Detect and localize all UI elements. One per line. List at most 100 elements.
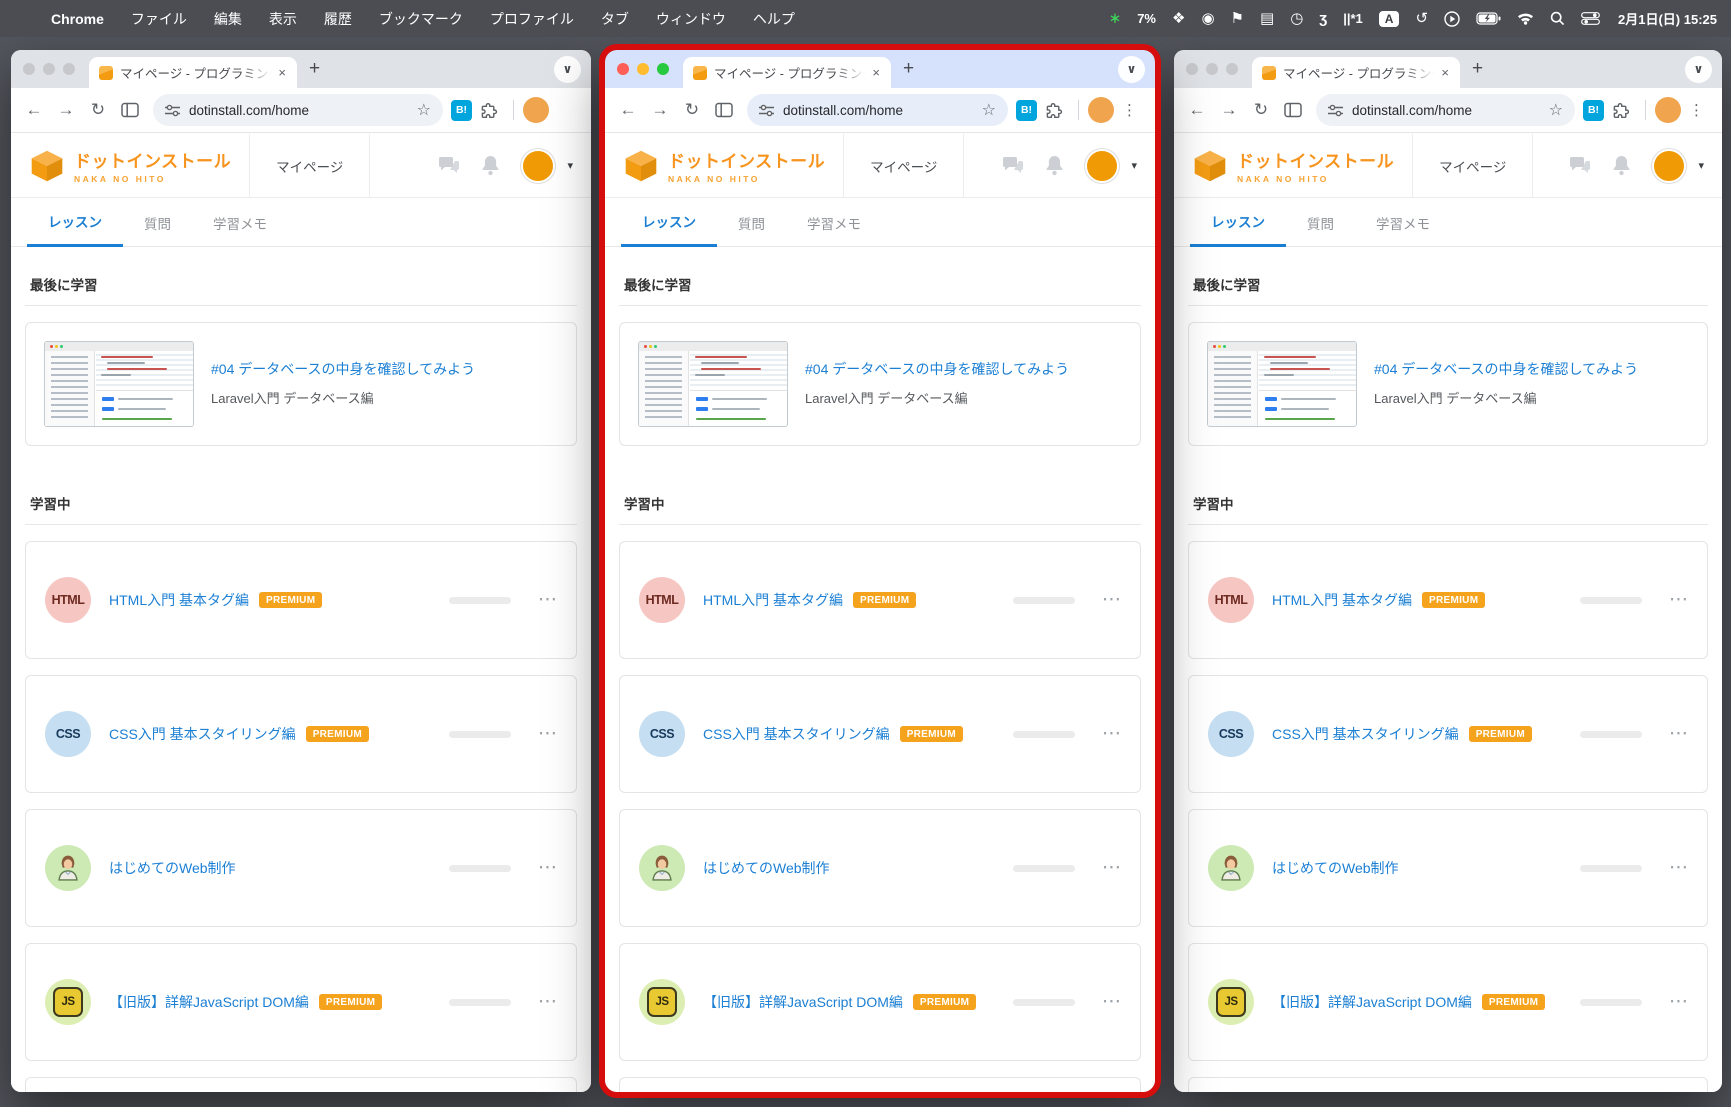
chat-icon[interactable]	[438, 156, 460, 175]
row-menu-button[interactable]: ⋯	[538, 729, 557, 739]
play-icon[interactable]	[1444, 11, 1460, 27]
menu-item-4[interactable]: 履歴	[324, 9, 352, 29]
row-menu-button[interactable]: ⋯	[1102, 863, 1121, 873]
browser-menu-button[interactable]: ⋮	[1116, 101, 1143, 119]
chat-icon[interactable]	[1569, 156, 1591, 175]
bookmark-star-icon[interactable]: ☆	[417, 100, 431, 120]
zoom-window-button[interactable]	[657, 63, 669, 75]
course-link[interactable]: HTML入門 基本タグ編	[703, 590, 843, 610]
battery-percent-label[interactable]: 7%	[1137, 11, 1156, 26]
last-lesson-link[interactable]: #04 データベースの中身を確認してみよう	[1374, 359, 1638, 379]
menu-item-2[interactable]: 編集	[214, 9, 242, 29]
wave-icon[interactable]: ʒ	[1319, 11, 1327, 26]
control-center-icon[interactable]	[1581, 12, 1600, 25]
minimize-window-button[interactable]	[43, 63, 55, 75]
lesson-thumbnail[interactable]	[44, 341, 194, 427]
menu-item-1[interactable]: ファイル	[131, 9, 187, 29]
course-link[interactable]: 【旧版】詳解JavaScript DOM編	[109, 992, 309, 1012]
input-source-indicator[interactable]: A	[1379, 11, 1400, 27]
row-menu-button[interactable]: ⋯	[538, 595, 557, 605]
notifications-bell-icon[interactable]	[1045, 155, 1064, 176]
dotinstall-logo[interactable]: ドットインストール NAKA NO HITO	[605, 134, 843, 197]
user-avatar[interactable]	[521, 149, 555, 183]
minimize-window-button[interactable]	[1206, 63, 1218, 75]
hatena-bookmark-extension-icon[interactable]: B!	[1583, 100, 1604, 121]
row-menu-button[interactable]: ⋯	[1669, 863, 1688, 873]
minimize-window-button[interactable]	[637, 63, 649, 75]
browser-tab[interactable]: マイページ - プログラミングなら ×	[89, 57, 297, 88]
side-panel-icon[interactable]	[709, 95, 739, 125]
url-text[interactable]: dotinstall.com/home	[1352, 103, 1472, 118]
alarm-clock-icon[interactable]: ◷	[1290, 11, 1303, 26]
address-bar[interactable]: dotinstall.com/home ☆	[1316, 94, 1575, 126]
row-menu-button[interactable]: ⋯	[538, 997, 557, 1007]
tab-search-button[interactable]: ∨	[554, 56, 581, 83]
lesson-thumbnail[interactable]	[638, 341, 788, 427]
reload-button[interactable]: ↻	[1246, 95, 1276, 125]
zoom-window-button[interactable]	[63, 63, 75, 75]
row-menu-button[interactable]: ⋯	[1102, 729, 1121, 739]
lesson-thumbnail[interactable]	[1207, 341, 1357, 427]
dropbox-icon[interactable]: ❖	[1172, 11, 1185, 26]
chat-icon[interactable]	[1002, 156, 1024, 175]
row-menu-button[interactable]: ⋯	[1102, 595, 1121, 605]
row-menu-button[interactable]: ⋯	[1669, 595, 1688, 605]
back-button[interactable]: ←	[19, 95, 49, 125]
last-lesson-link[interactable]: #04 データベースの中身を確認してみよう	[211, 359, 475, 379]
extensions-puzzle-icon[interactable]	[474, 95, 504, 125]
menu-clock[interactable]: 2月1日(日) 15:25	[1616, 9, 1717, 28]
tab-study-notes[interactable]: 学習メモ	[1355, 213, 1451, 246]
tab-study-notes[interactable]: 学習メモ	[192, 213, 288, 246]
forward-button[interactable]: →	[51, 95, 81, 125]
menu-item-9[interactable]: ヘルプ	[753, 9, 795, 29]
course-link[interactable]: HTML入門 基本タグ編	[109, 590, 249, 610]
back-button[interactable]: ←	[1182, 95, 1212, 125]
reload-button[interactable]: ↻	[83, 95, 113, 125]
site-settings-icon[interactable]	[759, 104, 774, 117]
menu-item-6[interactable]: プロファイル	[490, 9, 574, 29]
row-menu-button[interactable]: ⋯	[538, 863, 557, 873]
row-menu-button[interactable]: ⋯	[1102, 997, 1121, 1007]
row-menu-button[interactable]: ⋯	[1669, 997, 1688, 1007]
extensions-puzzle-icon[interactable]	[1606, 95, 1636, 125]
course-link[interactable]: HTML入門 基本タグ編	[1272, 590, 1412, 610]
address-bar[interactable]: dotinstall.com/home ☆	[153, 94, 443, 126]
back-button[interactable]: ←	[613, 95, 643, 125]
user-avatar[interactable]	[1085, 149, 1119, 183]
dotinstall-logo[interactable]: ドットインストール NAKA NO HITO	[11, 134, 249, 197]
course-link[interactable]: はじめてのWeb制作	[109, 858, 236, 878]
tab-close-icon[interactable]: ×	[275, 65, 289, 80]
close-window-button[interactable]	[23, 63, 35, 75]
notifications-bell-icon[interactable]	[1612, 155, 1631, 176]
tab-lessons[interactable]: レッスン	[27, 211, 123, 247]
bookmark-star-icon[interactable]: ☆	[982, 100, 996, 120]
tab-search-button[interactable]: ∨	[1685, 56, 1712, 83]
tab-questions[interactable]: 質問	[717, 213, 786, 246]
tab-questions[interactable]: 質問	[1286, 213, 1355, 246]
zoom-window-button[interactable]	[1226, 63, 1238, 75]
course-link[interactable]: はじめてのWeb制作	[703, 858, 830, 878]
course-link[interactable]: 【旧版】詳解JavaScript DOM編	[703, 992, 903, 1012]
tab-questions[interactable]: 質問	[123, 213, 192, 246]
notifications-bell-icon[interactable]	[481, 155, 500, 176]
flag-icon[interactable]: ⚑	[1231, 11, 1244, 26]
last-lesson-link[interactable]: #04 データベースの中身を確認してみよう	[805, 359, 1069, 379]
url-text[interactable]: dotinstall.com/home	[783, 103, 903, 118]
tab-lessons[interactable]: レッスン	[621, 211, 717, 247]
tab-close-icon[interactable]: ×	[869, 65, 883, 80]
site-settings-icon[interactable]	[1328, 104, 1343, 117]
mypage-nav-label[interactable]: マイページ	[1412, 134, 1533, 197]
forward-button[interactable]: →	[1214, 95, 1244, 125]
menu-app-name[interactable]: Chrome	[51, 11, 104, 27]
browser-tab[interactable]: マイページ - プログラミングなら ×	[1252, 57, 1460, 88]
search-icon[interactable]	[1550, 11, 1565, 26]
reload-button[interactable]: ↻	[677, 95, 707, 125]
line-icon[interactable]: ◉	[1201, 11, 1214, 26]
profile-avatar[interactable]	[1088, 97, 1114, 123]
close-window-button[interactable]	[617, 63, 629, 75]
new-tab-button[interactable]: +	[1472, 58, 1483, 80]
dotinstall-logo[interactable]: ドットインストール NAKA NO HITO	[1174, 134, 1412, 197]
menu-item-3[interactable]: 表示	[269, 9, 297, 29]
tab-search-button[interactable]: ∨	[1118, 56, 1145, 83]
site-settings-icon[interactable]	[165, 104, 180, 117]
